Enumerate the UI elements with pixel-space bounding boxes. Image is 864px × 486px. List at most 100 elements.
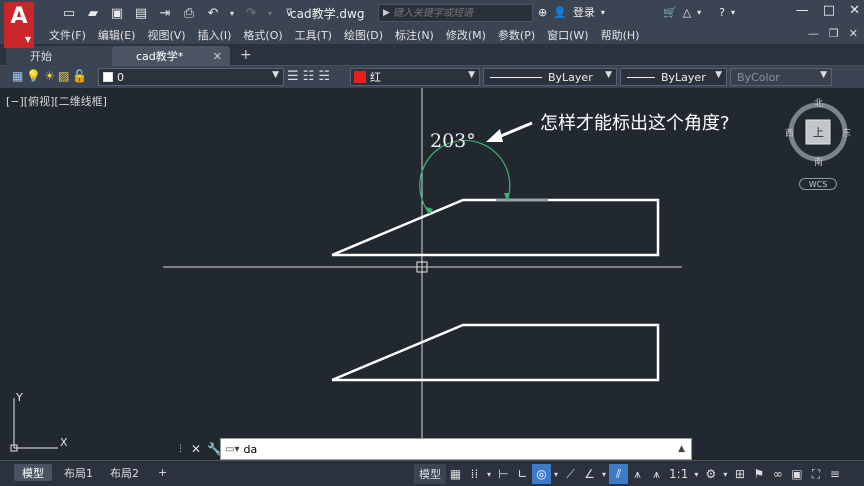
- ortho-icon[interactable]: ∟: [513, 464, 532, 484]
- application-menu-button[interactable]: A ▼: [4, 2, 34, 48]
- tab-start[interactable]: 开始: [6, 46, 126, 66]
- make-current-layer-icon[interactable]: ☰: [287, 69, 299, 84]
- menu-file[interactable]: 文件(F): [46, 27, 95, 43]
- menu-help[interactable]: 帮助(H): [598, 27, 649, 43]
- grid-icon[interactable]: ▦: [446, 464, 465, 484]
- redo-dropdown-icon[interactable]: ▾: [266, 4, 274, 22]
- fullscreen-icon[interactable]: ⛶: [806, 464, 825, 484]
- layer-manager-icon[interactable]: ▦: [12, 69, 23, 83]
- login-button[interactable]: 登录: [573, 4, 595, 20]
- match-layer-icon[interactable]: ☷: [303, 69, 315, 84]
- osnap-dropdown-icon[interactable]: ▾: [599, 464, 609, 484]
- command-history-icon[interactable]: ▲: [678, 444, 685, 454]
- auto-scale-icon[interactable]: ⩚: [647, 464, 666, 484]
- lineweight-icon[interactable]: ⫽: [609, 464, 629, 484]
- linetype-dropdown[interactable]: ByLayer ▼: [483, 68, 617, 86]
- saveas-icon[interactable]: ▤: [132, 4, 150, 22]
- command-input[interactable]: [243, 442, 654, 456]
- isodraft-icon[interactable]: ⟋: [561, 464, 580, 484]
- scale-dropdown-icon[interactable]: ▾: [691, 464, 701, 484]
- command-prompt-icon[interactable]: ▭▾: [225, 444, 239, 455]
- menu-dimension[interactable]: 标注(N): [392, 27, 443, 43]
- layer-previous-icon[interactable]: ☵: [318, 69, 330, 84]
- help-dropdown-icon[interactable]: ▾: [731, 8, 735, 17]
- tab-close-icon[interactable]: ✕: [213, 50, 222, 63]
- wcs-menu[interactable]: WCS: [799, 178, 837, 190]
- object-snap-tracking-icon[interactable]: ∠: [580, 464, 599, 484]
- compass-east-label[interactable]: 东: [842, 126, 851, 139]
- units-icon[interactable]: ⚑: [749, 464, 768, 484]
- annotation-scale-label[interactable]: 1:1: [666, 464, 691, 484]
- annotation-monitor-icon[interactable]: ⊞: [730, 464, 749, 484]
- login-dropdown-icon[interactable]: ▾: [601, 8, 605, 17]
- isolate-objects-icon[interactable]: ▣: [787, 464, 806, 484]
- model-space-button[interactable]: 模型: [414, 464, 446, 484]
- new-icon[interactable]: ▭: [60, 4, 78, 22]
- search-box[interactable]: ▶: [378, 4, 533, 22]
- tab-model[interactable]: 模型: [14, 464, 52, 481]
- menu-format[interactable]: 格式(O): [240, 27, 291, 43]
- snap-dropdown-icon[interactable]: ▾: [484, 464, 494, 484]
- polar-tracking-icon[interactable]: ◎: [532, 464, 552, 484]
- command-input-box[interactable]: ▭▾ ▲: [220, 438, 692, 460]
- color-dropdown[interactable]: 红 ▼: [350, 68, 480, 86]
- close-icon[interactable]: ✕: [849, 3, 860, 18]
- doc-close-icon[interactable]: ✕: [849, 27, 858, 40]
- maximize-icon[interactable]: □: [823, 3, 835, 18]
- redo-icon[interactable]: ↷: [242, 4, 260, 22]
- menu-window[interactable]: 窗口(W): [544, 27, 597, 43]
- compass-north-label[interactable]: 北: [814, 96, 823, 109]
- help-icon[interactable]: ?: [719, 6, 725, 19]
- app-dropdown-icon[interactable]: ▾: [697, 8, 701, 17]
- trapezoid-shape-upper[interactable]: [331, 198, 660, 257]
- layer-lock-icon[interactable]: 🔓: [72, 69, 87, 83]
- autodesk-app-icon[interactable]: △: [683, 6, 691, 19]
- trapezoid-shape-lower[interactable]: [331, 323, 660, 382]
- layer-thaw-icon[interactable]: ☀: [44, 69, 55, 83]
- add-layout-button[interactable]: +: [150, 464, 175, 481]
- undo-icon[interactable]: ↶: [204, 4, 222, 22]
- new-tab-button[interactable]: +: [240, 47, 252, 63]
- tab-cad-teaching[interactable]: cad教学* ✕: [112, 46, 230, 66]
- user-icon[interactable]: 👤: [553, 6, 567, 19]
- layer-on-icon[interactable]: 💡: [26, 69, 41, 83]
- drawing-area[interactable]: [−][俯视][二维线框] 203° 怎样才能标出这个角度? 北 南 东 西 上…: [0, 88, 864, 460]
- viewcube-top-label[interactable]: 上: [813, 124, 824, 140]
- snap-icon[interactable]: ⁞⁞: [465, 464, 484, 484]
- tab-layout1[interactable]: 布局1: [56, 464, 101, 481]
- annotation-visibility-icon[interactable]: ⩚: [628, 464, 647, 484]
- command-grip-icon[interactable]: ⋮: [176, 444, 185, 454]
- compass-west-label[interactable]: 西: [785, 126, 794, 139]
- menu-insert[interactable]: 插入(I): [195, 27, 241, 43]
- close-icon[interactable]: ✕: [191, 442, 201, 456]
- search-input[interactable]: [392, 7, 523, 19]
- menu-view[interactable]: 视图(V): [144, 27, 194, 43]
- tab-layout2[interactable]: 布局2: [102, 464, 147, 481]
- menu-parametric[interactable]: 参数(P): [495, 27, 544, 43]
- save-icon[interactable]: ▣: [108, 4, 126, 22]
- cart-icon[interactable]: 🛒: [663, 6, 677, 19]
- quick-properties-icon[interactable]: ∞: [768, 464, 787, 484]
- compass-south-label[interactable]: 南: [814, 155, 823, 168]
- binoculars-icon[interactable]: ⊕: [538, 6, 547, 19]
- gear-icon[interactable]: ⚙: [701, 464, 720, 484]
- menu-draw[interactable]: 绘图(D): [341, 27, 392, 43]
- layer-dropdown[interactable]: 0 ▼: [98, 68, 284, 86]
- doc-restore-icon[interactable]: ❐: [829, 27, 839, 40]
- customization-menu-icon[interactable]: ≡: [825, 464, 844, 484]
- doc-minimize-icon[interactable]: —: [808, 27, 819, 40]
- menu-edit[interactable]: 编辑(E): [95, 27, 145, 43]
- infer-constraints-icon[interactable]: ⊢: [494, 464, 513, 484]
- undo-dropdown-icon[interactable]: ▾: [228, 4, 236, 22]
- polar-dropdown-icon[interactable]: ▾: [551, 464, 561, 484]
- export-icon[interactable]: ⇥: [156, 4, 174, 22]
- menu-modify[interactable]: 修改(M): [443, 27, 495, 43]
- minimize-icon[interactable]: —: [796, 3, 809, 18]
- menu-tools[interactable]: 工具(T): [292, 27, 341, 43]
- open-icon[interactable]: ▰: [84, 4, 102, 22]
- plotstyle-dropdown[interactable]: ByColor ▼: [730, 68, 832, 86]
- print-icon[interactable]: ⎙: [180, 4, 198, 22]
- workspace-dropdown-icon[interactable]: ▾: [720, 464, 730, 484]
- lineweight-dropdown[interactable]: ByLayer ▼: [620, 68, 727, 86]
- layer-viewport-icon[interactable]: ▨: [58, 69, 69, 83]
